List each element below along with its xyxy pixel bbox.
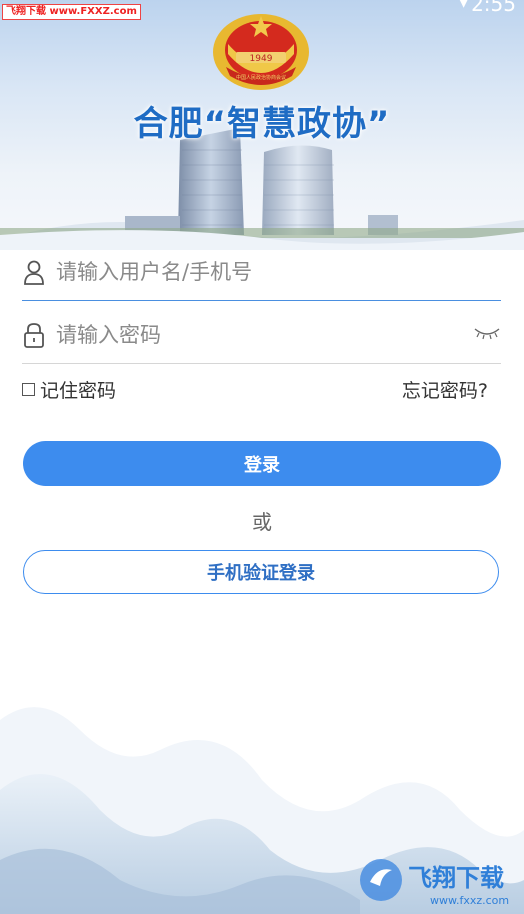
watermark-bottom-logo: 飞翔下载 www.fxxz.com [360, 859, 509, 907]
emblem-year: 1949 [250, 54, 273, 64]
lock-icon [24, 323, 44, 348]
user-icon [24, 260, 44, 285]
login-button[interactable]: 登录 [23, 441, 501, 486]
watermark-top: 飞翔下载 www.FXXZ.com [2, 4, 141, 20]
watermark-bottom-url: www.fxxz.com [430, 894, 509, 907]
eye-closed-icon[interactable] [473, 325, 501, 341]
emblem-ribbon-text: 中国人民政治协商会议 [236, 74, 286, 81]
remember-password-label: 记住密码 [40, 380, 117, 402]
password-input[interactable] [54, 317, 458, 353]
app-title: 合肥“智慧政协” [133, 104, 391, 144]
forgot-password-link[interactable]: 忘记密码? [402, 376, 488, 403]
username-input[interactable] [54, 254, 458, 290]
cppcc-emblem-icon: 1949 中国人民政治协商会议 [213, 14, 309, 90]
wifi-icon: ▼ [458, 0, 469, 10]
checkbox-box[interactable] [22, 383, 35, 396]
remember-password-checkbox[interactable]: 记住密码 [22, 376, 116, 403]
password-field [22, 307, 501, 364]
header-banner: 飞翔下载 www.FXXZ.com ▼ 2:55 1949 中国人民政治协商会议… [0, 0, 524, 250]
username-field [22, 244, 501, 301]
status-time: 2:55 [471, 0, 516, 16]
or-separator: 或 [252, 510, 272, 534]
sms-login-button[interactable]: 手机验证登录 [23, 550, 499, 594]
watermark-bottom-text: 飞翔下载 [408, 864, 504, 892]
